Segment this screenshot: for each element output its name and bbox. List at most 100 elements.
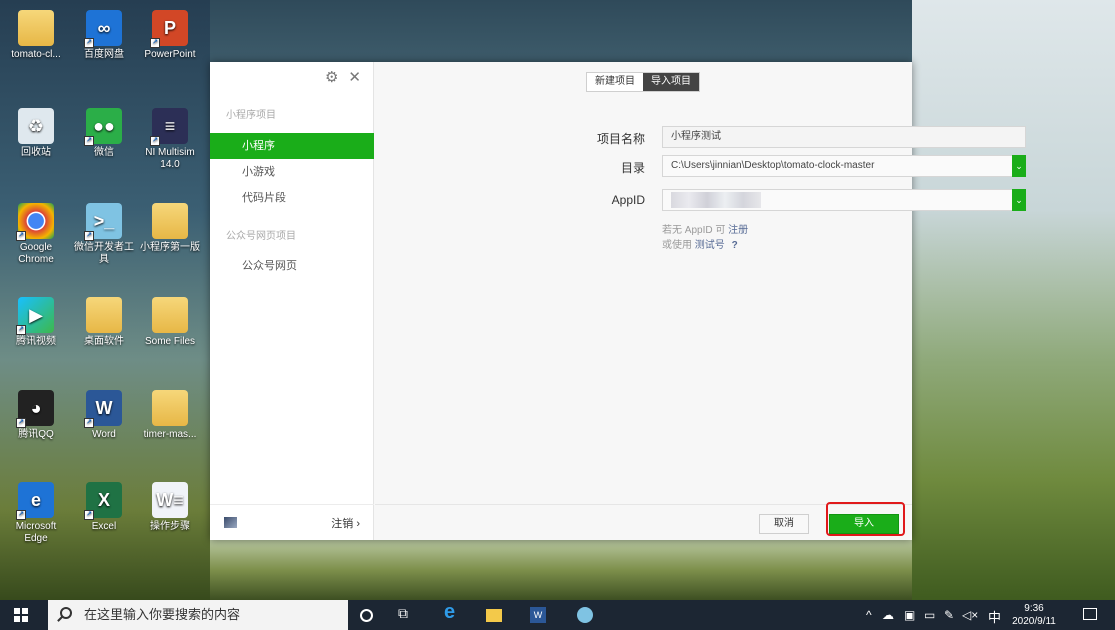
- desktop-icon-chrome[interactable]: ↗ Google Chrome: [4, 203, 68, 266]
- edge-taskbar-icon[interactable]: e: [444, 601, 460, 623]
- pen-icon[interactable]: ✎: [944, 608, 954, 622]
- desktop-icon-wechat[interactable]: ●● ↗ 微信: [72, 108, 136, 159]
- desktop-icon-label: PowerPoint: [144, 49, 196, 60]
- close-icon[interactable]: ✕: [348, 68, 361, 86]
- window-controls: ⚙ ✕: [325, 68, 361, 86]
- qq-icon: ◕ ↗: [16, 390, 54, 428]
- desktop-icon-qq[interactable]: ◕ ↗ 腾讯QQ: [4, 390, 68, 441]
- desktop-icon-label: tomato-cl...: [11, 49, 61, 60]
- desktop-icon-label: 百度网盘: [84, 49, 124, 60]
- cortana-icon[interactable]: [360, 609, 373, 622]
- desktop-icon-miniprogram-folder[interactable]: 小程序第一版: [138, 203, 202, 254]
- file-explorer-icon[interactable]: [486, 609, 502, 622]
- wechat-devtools-taskbar-icon[interactable]: [577, 607, 593, 623]
- folder-icon: [152, 203, 188, 239]
- directory-label: 目录: [620, 161, 645, 175]
- network-icon[interactable]: ▣: [904, 608, 915, 622]
- directory-value: C:\Users\jinnian\Desktop\tomato-clock-ma…: [671, 160, 875, 171]
- test-account-hint: 或使用 测试号 ?: [662, 236, 738, 251]
- word-taskbar-icon[interactable]: W: [530, 607, 546, 623]
- sidebar-item-code-snippet[interactable]: 代码片段: [210, 185, 374, 211]
- folder-icon: [18, 10, 54, 46]
- sidebar-section-web: 公众号网页项目: [226, 231, 296, 242]
- volume-icon[interactable]: ◁×: [962, 608, 978, 622]
- cancel-button[interactable]: 取消: [759, 514, 809, 534]
- folder-icon: [152, 390, 188, 426]
- project-tabs: 新建项目 导入项目: [586, 72, 700, 92]
- desktop-icon-edge[interactable]: e ↗ Microsoft Edge: [4, 482, 68, 545]
- desktop-icon-tomato-folder[interactable]: tomato-cl...: [4, 10, 68, 61]
- desktop-icon-label: Excel: [91, 521, 117, 532]
- edge-icon: e ↗: [16, 482, 54, 520]
- desktop-icon-label: Google Chrome: [18, 242, 54, 265]
- taskbar-search-input[interactable]: 在这里输入你要搜索的内容: [48, 600, 348, 630]
- desktop-icon-excel[interactable]: X ↗ Excel: [72, 482, 136, 533]
- import-button-highlight: [826, 502, 905, 536]
- test-account-link[interactable]: 测试号: [695, 240, 725, 251]
- desktop-icon-label: 微信: [94, 147, 114, 158]
- ime-indicator[interactable]: 中: [988, 607, 1001, 626]
- recycle-bin-icon: ♻: [18, 108, 54, 144]
- appid-label: AppID: [611, 193, 645, 207]
- tab-new-project[interactable]: 新建项目: [587, 73, 643, 91]
- sidebar-footer: 注销 ›: [210, 504, 374, 540]
- desktop-icon-label: Some Files: [144, 336, 195, 347]
- sidebar-item-miniprogram[interactable]: 小程序: [210, 133, 374, 159]
- directory-select[interactable]: C:\Users\jinnian\Desktop\tomato-clock-ma…: [662, 155, 1026, 177]
- desktop-icon-baidu-netdisk[interactable]: ∞ ↗ 百度网盘: [72, 10, 136, 61]
- project-name-label: 项目名称: [596, 132, 645, 146]
- desktop-icon-label: 腾讯QQ: [18, 429, 54, 440]
- notification-icon[interactable]: [1083, 608, 1097, 620]
- sidebar: ⚙ ✕ 小程序项目 小程序 小游戏 代码片段 公众号网页项目 公众号网页 注销 …: [210, 62, 374, 540]
- desktop-icon-powerpoint[interactable]: P ↗ PowerPoint: [138, 10, 202, 61]
- windows-start-icon[interactable]: [14, 608, 28, 622]
- multisim-icon: ≡ ↗: [150, 108, 188, 146]
- project-name-value: 小程序测试: [671, 131, 721, 142]
- register-hint: 若无 AppID 可 注册: [662, 221, 748, 236]
- desktop-icon-label: 腾讯视频: [16, 336, 56, 347]
- desktop-icon-label: 小程序第一版: [140, 242, 200, 253]
- appid-select[interactable]: ⌄: [662, 189, 1026, 211]
- taskbar: 在这里输入你要搜索的内容 ⧉ e W ^ ☁ ▣ ▭ ✎ ◁× 中 9:36 2…: [0, 600, 1115, 630]
- desktop-icon-tencent-video[interactable]: ▶ ↗ 腾讯视频: [4, 297, 68, 348]
- logout-link[interactable]: 注销 ›: [331, 515, 360, 531]
- chevron-up-icon[interactable]: ^: [866, 608, 872, 622]
- sidebar-item-official-web[interactable]: 公众号网页: [210, 253, 374, 279]
- appid-redacted: [671, 192, 761, 208]
- desktop-icon-label: 桌面软件: [84, 336, 124, 347]
- chevron-down-icon[interactable]: ⌄: [1012, 189, 1026, 211]
- wechat-icon: ●● ↗: [84, 108, 122, 146]
- clock[interactable]: 9:36 2020/9/11: [1006, 602, 1062, 628]
- sidebar-item-minigame[interactable]: 小游戏: [210, 159, 374, 185]
- desktop-icon-multisim[interactable]: ≡ ↗ NI Multisim 14.0: [138, 108, 202, 171]
- desktop-icon-label: NI Multisim 14.0: [145, 147, 195, 170]
- desktop-icon-label: 回收站: [21, 147, 51, 158]
- cloud-icon[interactable]: ☁: [882, 608, 894, 622]
- desktop-icon-word[interactable]: W ↗ Word: [72, 390, 136, 441]
- desktop-icon-some-files[interactable]: Some Files: [138, 297, 202, 348]
- word-icon: W ↗: [84, 390, 122, 428]
- task-view-icon[interactable]: ⧉: [398, 605, 414, 621]
- desktop-icon-wechat-devtools[interactable]: >_ ↗ 微信开发者工具: [72, 203, 136, 266]
- search-placeholder: 在这里输入你要搜索的内容: [84, 607, 241, 622]
- register-hint-text: 若无 AppID 可: [662, 225, 726, 236]
- tab-import-project[interactable]: 导入项目: [643, 73, 699, 91]
- avatar[interactable]: [224, 517, 237, 528]
- desktop-icon-label: 操作步骤: [150, 521, 190, 532]
- settings-icon[interactable]: ⚙: [325, 68, 338, 86]
- desktop-wallpaper-bottom: [210, 540, 912, 600]
- wechat-devtools-icon: >_ ↗: [84, 203, 122, 241]
- desktop-icon-timer-folder[interactable]: timer-mas...: [138, 390, 202, 441]
- desktop-icon-steps-doc[interactable]: W≡ 操作步骤: [138, 482, 202, 533]
- excel-icon: X ↗: [84, 482, 122, 520]
- desktop-wallpaper-right: [912, 0, 1115, 600]
- register-link[interactable]: 注册: [728, 225, 748, 236]
- help-icon[interactable]: ?: [732, 240, 738, 251]
- sidebar-section-miniprogram: 小程序项目: [226, 110, 276, 121]
- search-icon: [60, 607, 72, 619]
- desktop-icon-recycle-bin[interactable]: ♻ 回收站: [4, 108, 68, 159]
- project-name-input[interactable]: 小程序测试: [662, 126, 1026, 148]
- battery-icon[interactable]: ▭: [924, 608, 935, 622]
- chevron-down-icon[interactable]: ⌄: [1012, 155, 1026, 177]
- desktop-icon-desktop-software[interactable]: 桌面软件: [72, 297, 136, 348]
